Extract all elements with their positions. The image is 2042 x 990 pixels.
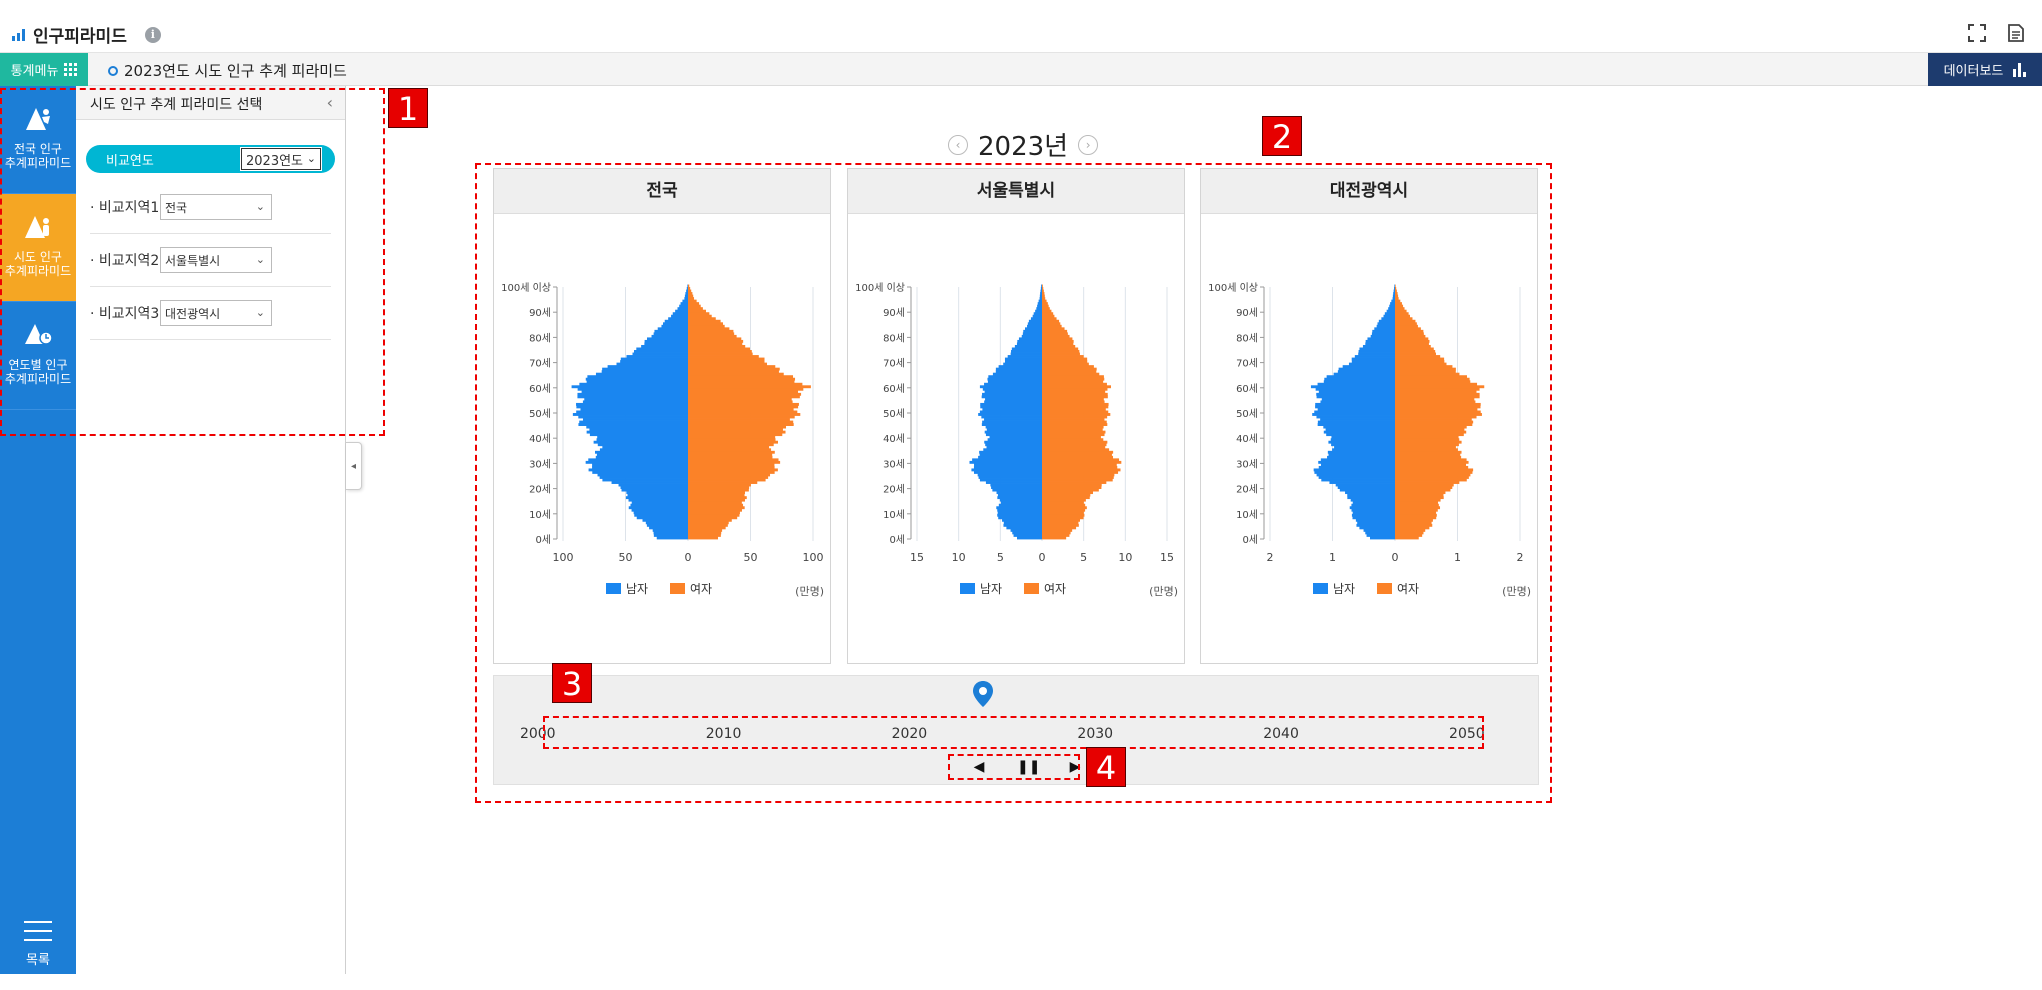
annotation-box-4 xyxy=(948,754,1080,780)
fullscreen-icon[interactable] xyxy=(1968,24,1986,42)
dashboard-button[interactable]: 데이터보드 xyxy=(1928,53,2042,86)
list-label: 목록 xyxy=(26,953,50,968)
annotation-number-2: 2 xyxy=(1262,116,1302,156)
annotation-box-2 xyxy=(475,163,1552,803)
annotation-number-3: 3 xyxy=(552,663,592,703)
breadcrumb: 2023연도 시도 인구 추계 피라미드 xyxy=(108,60,347,81)
bar-chart-icon xyxy=(2013,62,2027,77)
annotation-number-4: 4 xyxy=(1086,747,1126,787)
page-title: 2023연도 시도 인구 추계 피라미드 xyxy=(124,62,347,80)
annotation-box-1 xyxy=(0,88,385,436)
prev-year-button[interactable]: ‹ xyxy=(948,134,968,155)
document-icon[interactable] xyxy=(2008,24,2024,42)
annotation-number-1: 1 xyxy=(388,88,428,128)
top-header: 인구피라미드 i xyxy=(0,0,2042,52)
stat-menu-label: 통계메뉴 xyxy=(10,64,59,79)
bar-chart-icon xyxy=(12,28,25,41)
hamburger-icon xyxy=(24,921,52,941)
info-icon[interactable]: i xyxy=(144,26,161,43)
next-year-button[interactable]: › xyxy=(1078,134,1099,155)
dashboard-label: 데이터보드 xyxy=(1943,64,2004,79)
panel-toggle-button[interactable]: ◂ xyxy=(346,442,362,490)
annotation-box-3 xyxy=(543,716,1484,749)
current-year-label: 2023년 xyxy=(978,132,1069,162)
sub-navigation-bar: 통계메뉴 2023연도 시도 인구 추계 피라미드 데이터보드 xyxy=(0,52,2042,86)
list-button[interactable]: 목록 xyxy=(0,921,76,968)
stat-menu-button[interactable]: 통계메뉴 xyxy=(0,53,88,86)
year-navigator: ‹ 2023년 › xyxy=(948,126,1099,163)
app-title: 인구피라미드 i xyxy=(12,22,161,47)
app-title-text: 인구피라미드 xyxy=(33,27,127,47)
grid-menu-icon xyxy=(64,63,78,76)
circle-bullet-icon xyxy=(108,65,118,76)
